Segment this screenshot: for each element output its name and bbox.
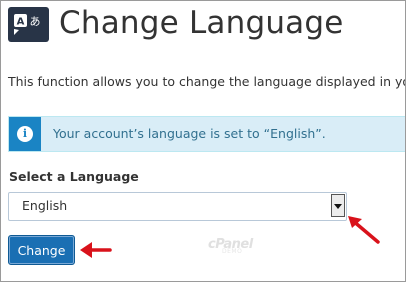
cpanel-watermark-logo: cPanel DEMO bbox=[208, 237, 253, 255]
chevron-down-icon[interactable] bbox=[331, 194, 345, 217]
language-icon: A あ bbox=[8, 7, 49, 42]
annotation-arrow-icon bbox=[80, 242, 112, 258]
info-alert: i Your account’s language is set to “Eng… bbox=[8, 116, 405, 152]
language-select[interactable]: English bbox=[8, 192, 347, 221]
language-icon-glyph-kana: あ bbox=[30, 15, 41, 28]
annotation-arrow-icon bbox=[348, 216, 380, 244]
info-icon-container: i bbox=[9, 117, 41, 151]
info-message: Your account’s language is set to “Engli… bbox=[53, 126, 326, 141]
change-button[interactable]: Change bbox=[8, 235, 75, 265]
info-icon: i bbox=[17, 126, 33, 142]
language-select-label: Select a Language bbox=[9, 169, 139, 184]
page-description: This function allows you to change the l… bbox=[8, 74, 406, 89]
language-select-value: English bbox=[22, 198, 68, 213]
page-title: Change Language bbox=[59, 5, 344, 41]
change-language-page: A あ Change Language This function allows… bbox=[0, 0, 406, 282]
language-icon-glyph-latin: A bbox=[17, 17, 25, 28]
